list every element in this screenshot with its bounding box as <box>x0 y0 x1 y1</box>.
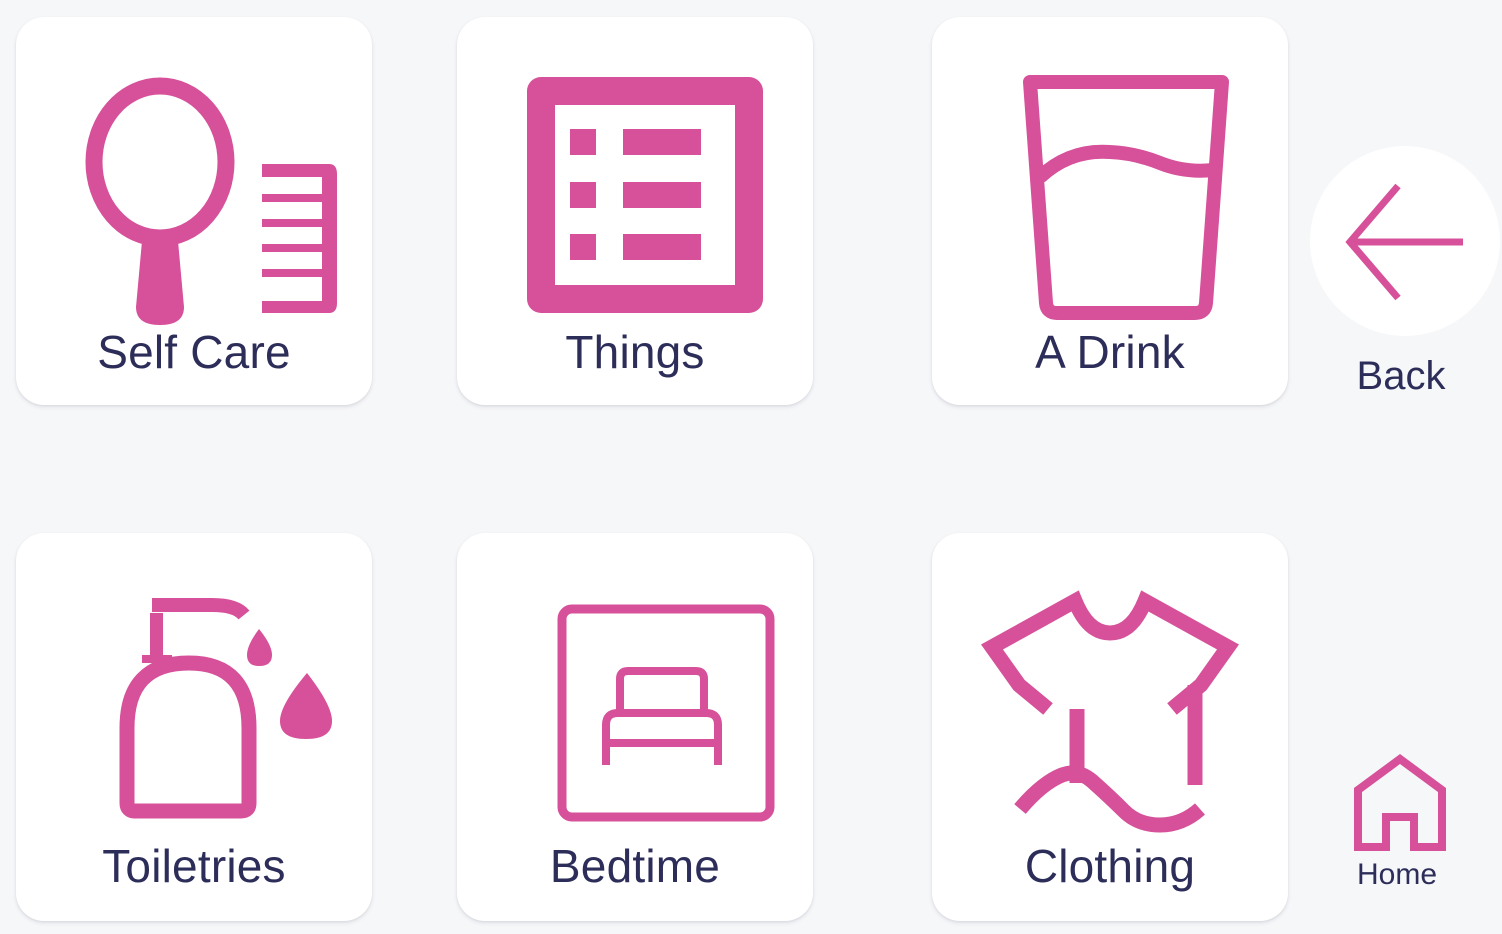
mirror-comb-icon <box>44 57 344 357</box>
soap-dispenser-icon <box>44 573 344 873</box>
tile-label: A Drink <box>1035 326 1185 378</box>
bed-icon <box>485 573 785 873</box>
home-button[interactable]: Home <box>1336 750 1466 900</box>
tile-label: Toiletries <box>102 840 286 892</box>
tile-clothing[interactable]: Clothing <box>932 533 1288 921</box>
list-icon <box>485 57 785 357</box>
glass-of-water-icon <box>960 57 1260 357</box>
tile-things[interactable]: Things <box>457 17 813 405</box>
clothing-icon <box>960 573 1260 873</box>
tile-label: Things <box>565 326 705 378</box>
back-label: Back <box>1356 354 1446 398</box>
tile-self-care[interactable]: Self Care <box>16 17 372 405</box>
category-board: Self Care Things A Drink Toiletries Bedt… <box>0 0 1502 934</box>
tile-toiletries[interactable]: Toiletries <box>16 533 372 921</box>
home-label: Home <box>1356 858 1438 891</box>
tile-a-drink[interactable]: A Drink <box>932 17 1288 405</box>
tile-bedtime[interactable]: Bedtime <box>457 533 813 921</box>
back-button[interactable] <box>1310 146 1500 336</box>
arrow-left-icon <box>1345 183 1463 301</box>
tile-label: Clothing <box>1024 840 1196 892</box>
tile-label: Self Care <box>97 326 291 378</box>
home-icon <box>1354 754 1446 851</box>
tile-label: Bedtime <box>549 840 721 892</box>
